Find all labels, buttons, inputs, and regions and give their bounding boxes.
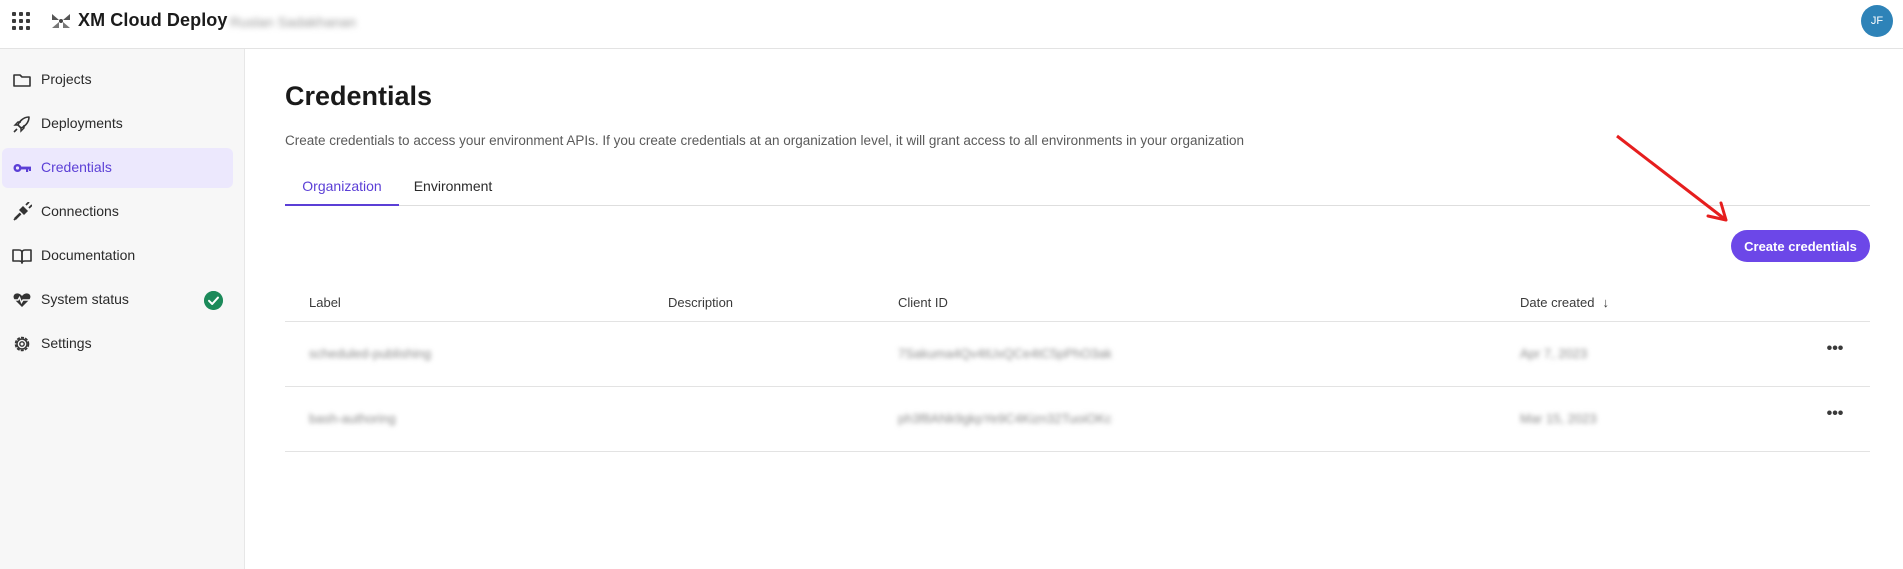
sidebar-item-documentation[interactable]: Documentation [2,236,233,276]
cell-date-created: Apr 7, 2023 [1520,346,1588,361]
sidebar-item-label: Documentation [41,247,136,263]
plug-icon [13,202,32,221]
sidebar-item-connections[interactable]: Connections [2,192,233,232]
more-actions-icon[interactable]: ••• [1823,341,1847,362]
sidebar-item-projects[interactable]: Projects [2,60,233,100]
cell-label: bash-authoring [309,411,396,426]
top-bar: XM Cloud Deploy Ruslan Sadakhanan JF [0,0,1903,49]
sidebar-item-label: Credentials [41,159,112,175]
column-header-date-created[interactable]: Date created ↓ [1520,295,1609,310]
sidebar-item-credentials[interactable]: Credentials [2,148,233,188]
cell-client-id: 7Sakuma4Qv4tUxQCe4tC5pPhO3ak [898,346,1112,361]
cell-label: scheduled-publishing [309,346,432,361]
check-circle-icon [204,291,223,310]
user-avatar[interactable]: JF [1861,5,1893,37]
cell-client-id: ph3f8ANk9gkpYe9C4Kizn32TuoiOKc [898,411,1112,426]
folder-icon [13,74,31,87]
sidebar-item-system-status[interactable]: System status [2,280,233,320]
table-header: Label Description Client ID Date created… [285,284,1870,322]
sort-descending-icon[interactable]: ↓ [1602,295,1609,310]
sidebar-item-label: Settings [41,335,92,351]
sidebar-item-label: Projects [41,71,92,87]
gear-icon [14,336,30,352]
page-title: Credentials [285,81,433,111]
app-title: XM Cloud Deploy [78,10,228,30]
sidebar-item-label: Connections [41,203,119,219]
sidebar-item-label: Deployments [41,115,123,131]
tenant-name[interactable]: Ruslan Sadakhanan [230,14,356,30]
sidebar-item-label: System status [41,291,129,307]
xm-cloud-logo-icon [52,14,70,28]
app-launcher-icon[interactable] [12,12,30,30]
more-actions-icon[interactable]: ••• [1823,406,1847,427]
table-row[interactable]: bash-authoring ph3f8ANk9gkpYe9C4Kizn32Tu… [285,387,1870,452]
tab-environment[interactable]: Environment [399,170,507,206]
column-header-description[interactable]: Description [668,295,733,310]
credentials-table: Label Description Client ID Date created… [285,284,1870,452]
column-header-date-created-label: Date created [1520,295,1595,310]
sidebar-item-settings[interactable]: Settings [2,324,233,364]
cell-date-created: Mar 15, 2023 [1520,411,1597,426]
column-header-label[interactable]: Label [309,295,341,310]
create-credentials-button[interactable]: Create credentials [1731,230,1870,262]
annotation-arrow [1616,134,1728,222]
book-icon [12,249,32,264]
rocket-icon [13,116,30,133]
tab-organization[interactable]: Organization [285,170,399,206]
column-header-client-id[interactable]: Client ID [898,295,948,310]
heartbeat-icon [13,293,31,307]
page-description: Create credentials to access your enviro… [285,133,1244,148]
table-row[interactable]: scheduled-publishing 7Sakuma4Qv4tUxQCe4t… [285,322,1870,387]
key-icon [13,164,31,172]
sidebar-item-deployments[interactable]: Deployments [2,104,233,144]
sidebar: Projects Deployments Credentials Connect… [0,49,245,569]
